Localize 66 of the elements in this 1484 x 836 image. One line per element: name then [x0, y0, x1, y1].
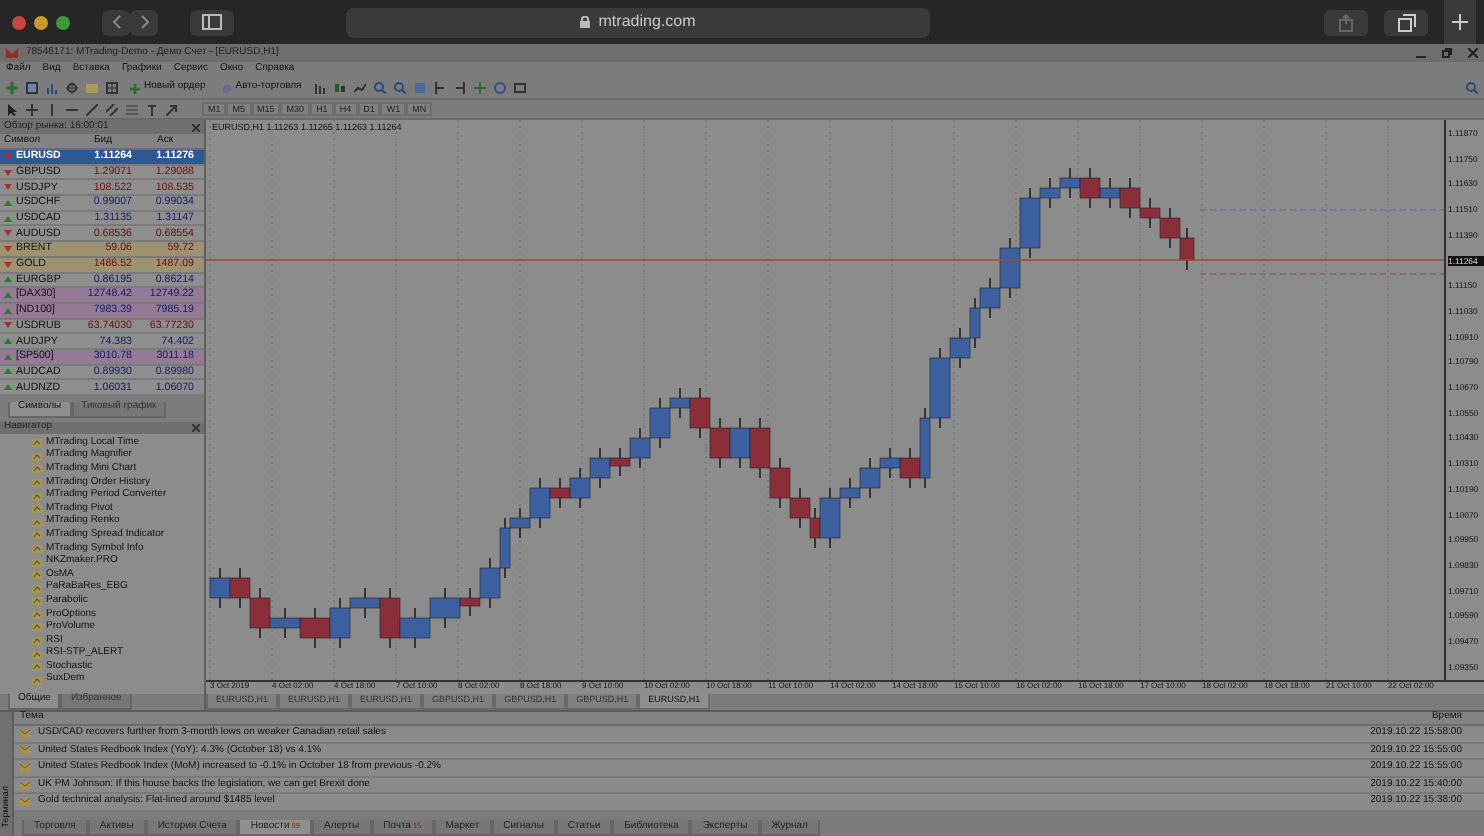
envelope-icon: [20, 746, 30, 755]
chevron-left-icon: [111, 14, 121, 30]
candle: [859, 457, 881, 499]
envelope-icon: [20, 781, 30, 790]
share-button[interactable]: [1324, 9, 1368, 35]
vertical-line-icon[interactable]: [46, 103, 58, 115]
app-logo-icon: [6, 48, 18, 58]
back-button[interactable]: [102, 9, 130, 35]
close-icon[interactable]: [192, 424, 200, 433]
tabs-button[interactable]: [1384, 9, 1428, 35]
candle: [749, 417, 771, 479]
zoom-out-icon[interactable]: [393, 82, 406, 94]
crosshair-icon[interactable]: [66, 82, 78, 94]
new-tab-button[interactable]: [1444, 0, 1476, 44]
candle: [1099, 177, 1121, 209]
close-icon[interactable]: [192, 123, 200, 131]
zoom-in-icon[interactable]: [373, 82, 386, 94]
envelope-icon: [20, 729, 30, 738]
forward-button[interactable]: [130, 9, 158, 35]
candle: [1059, 167, 1081, 199]
candle: [769, 457, 791, 509]
bar-chart-icon[interactable]: [313, 82, 326, 94]
share-icon: [1338, 13, 1354, 31]
candle: [1079, 167, 1101, 209]
window-icon[interactable]: [26, 82, 38, 94]
indicator-icon: [32, 557, 42, 567]
lock-icon: [580, 16, 591, 28]
candle: [1139, 197, 1161, 229]
address-bar[interactable]: mtrading.com: [346, 7, 930, 37]
horizontal-line-icon[interactable]: [66, 103, 78, 115]
trendline-icon[interactable]: [86, 103, 98, 115]
crosshair-icon[interactable]: [26, 103, 38, 115]
sidebar-icon: [202, 14, 222, 30]
text-label-icon[interactable]: [146, 103, 158, 115]
close-button[interactable]: [12, 15, 26, 29]
plus-icon: [130, 83, 140, 93]
envelope-icon: [20, 798, 30, 807]
candle: [1119, 177, 1141, 219]
candle: [1159, 207, 1181, 249]
channel-icon[interactable]: [106, 103, 118, 115]
template-icon[interactable]: [513, 82, 526, 94]
plus-icon: [1452, 13, 1468, 30]
grid-icon[interactable]: [106, 82, 118, 94]
candle: [569, 467, 591, 509]
restore-icon[interactable]: [1442, 48, 1452, 58]
envelope-icon: [20, 763, 30, 772]
chevron-right-icon: [139, 14, 149, 30]
close-icon[interactable]: [1468, 48, 1478, 58]
candle: [589, 447, 611, 489]
sidebar-button[interactable]: [190, 9, 234, 35]
candle: [209, 567, 231, 609]
candle: [879, 447, 901, 479]
arrow-icon[interactable]: [166, 103, 178, 115]
minimize-button[interactable]: [34, 15, 48, 29]
candles-icon[interactable]: [333, 82, 346, 94]
tabs-icon: [1397, 13, 1415, 31]
candle: [709, 417, 731, 469]
candle: [729, 417, 751, 469]
candle: [629, 427, 651, 469]
zoom-button[interactable]: [56, 15, 70, 29]
candle: [609, 447, 631, 477]
candle: [229, 567, 251, 609]
search-icon[interactable]: [1466, 82, 1478, 94]
chart-icon[interactable]: [46, 82, 58, 94]
cursor-icon[interactable]: [6, 103, 18, 115]
line-chart-icon[interactable]: [353, 82, 366, 94]
